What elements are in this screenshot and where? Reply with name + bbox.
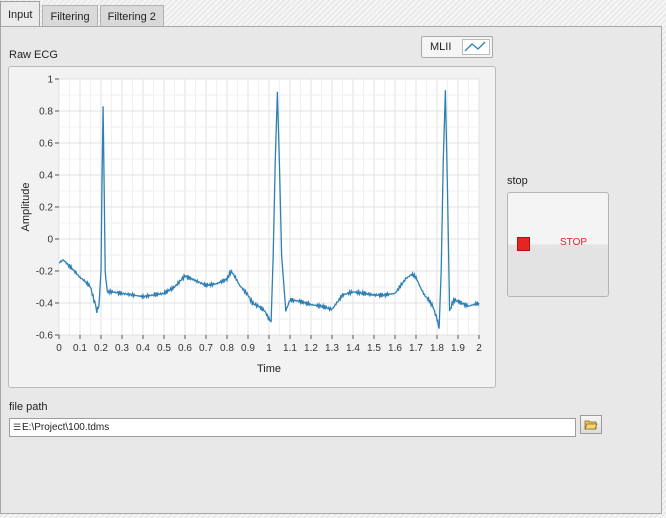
browse-button[interactable] [580,415,602,434]
plot-legend[interactable]: MLII [421,36,493,58]
x-tick-label: 1.1 [283,343,297,354]
x-tick-label: 1 [266,343,272,354]
file-path-input[interactable]: ☰ E:\Project\100.tdms [9,418,576,437]
x-tick-label: 1.8 [430,343,444,354]
x-tick-label: 0.5 [157,343,171,354]
path-type-icon: ☰ [13,422,22,432]
stop-button[interactable]: STOP [507,192,609,297]
tab-bar: Input Filtering Filtering 2 [0,0,166,27]
x-axis-label: Time [257,363,281,375]
x-tick-label: 2 [476,343,482,354]
y-tick-label: 0.8 [39,107,53,118]
legend-label: MLII [430,41,452,53]
folder-open-icon [584,420,598,430]
graph-title: Raw ECG [9,49,58,61]
y-axis-label: Amplitude [20,183,32,232]
y-tick-label: -0.6 [36,331,54,342]
x-tick-label: 1.7 [409,343,423,354]
x-tick-label: 1.6 [388,343,402,354]
y-tick-label: 0.6 [39,139,53,150]
tab-input[interactable]: Input [0,1,41,27]
stop-caption: stop [507,175,528,187]
stop-led-indicator [517,237,530,251]
file-path-caption: file path [9,401,48,413]
line-plot-icon [462,39,490,55]
x-tick-label: 1.3 [325,343,339,354]
x-tick-label: 0.7 [199,343,213,354]
x-tick-label: 0.3 [115,343,129,354]
tab-filtering[interactable]: Filtering [42,5,98,27]
y-tick-label: 1 [47,75,53,86]
x-tick-label: 0.2 [94,343,108,354]
x-tick-label: 1.2 [304,343,318,354]
stop-button-label: STOP [560,237,588,248]
waveform-plot: 0 0.1 0.2 0.3 0.4 0.5 0.6 0.7 0.8 0.9 1 1.1 1.2 1.3 1.… [20,75,482,376]
y-tick-label: -0.4 [36,299,54,310]
file-path-value: E:\Project\100.tdms [22,422,110,433]
grid-lines [58,78,480,336]
x-tick-label: 0 [56,343,62,354]
x-tick-label: 0.8 [220,343,234,354]
x-tick-label: 0.4 [136,343,150,354]
y-tick-label: 0.2 [39,203,53,214]
x-tick-label: 1.5 [367,343,381,354]
x-tick-label: 1.9 [451,343,465,354]
x-tick-label: 0.1 [73,343,87,354]
x-tick-label: 0.6 [178,343,192,354]
y-tick-label: 0.4 [39,171,53,182]
y-tick-label: -0.2 [36,267,54,278]
tab-filtering-2[interactable]: Filtering 2 [99,5,164,27]
waveform-graph[interactable]: 0 0.1 0.2 0.3 0.4 0.5 0.6 0.7 0.8 0.9 1 1.1 1.2 1.3 1.… [8,66,496,388]
y-tick-label: 0 [47,235,53,246]
x-tick-label: 0.9 [241,343,255,354]
x-tick-label: 1.4 [346,343,360,354]
